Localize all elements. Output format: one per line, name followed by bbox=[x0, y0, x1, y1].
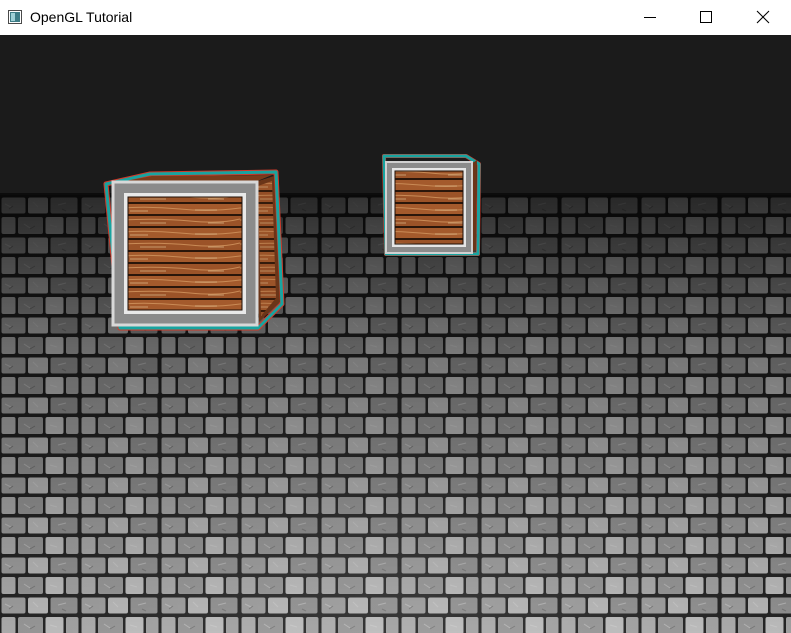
minimize-button[interactable] bbox=[622, 0, 678, 35]
wooden-crate-right bbox=[382, 154, 481, 256]
close-icon bbox=[756, 10, 770, 24]
maximize-button[interactable] bbox=[678, 0, 734, 35]
render-viewport[interactable] bbox=[0, 36, 791, 633]
app-icon bbox=[8, 10, 22, 24]
title-bar[interactable]: OpenGL Tutorial bbox=[0, 0, 791, 36]
minimize-icon bbox=[644, 17, 656, 18]
app-window: OpenGL Tutorial bbox=[0, 0, 791, 633]
scene-canvas bbox=[0, 36, 791, 633]
close-button[interactable] bbox=[735, 0, 791, 35]
window-title: OpenGL Tutorial bbox=[30, 9, 133, 25]
maximize-icon bbox=[700, 11, 712, 23]
wooden-crate-left bbox=[103, 169, 285, 331]
